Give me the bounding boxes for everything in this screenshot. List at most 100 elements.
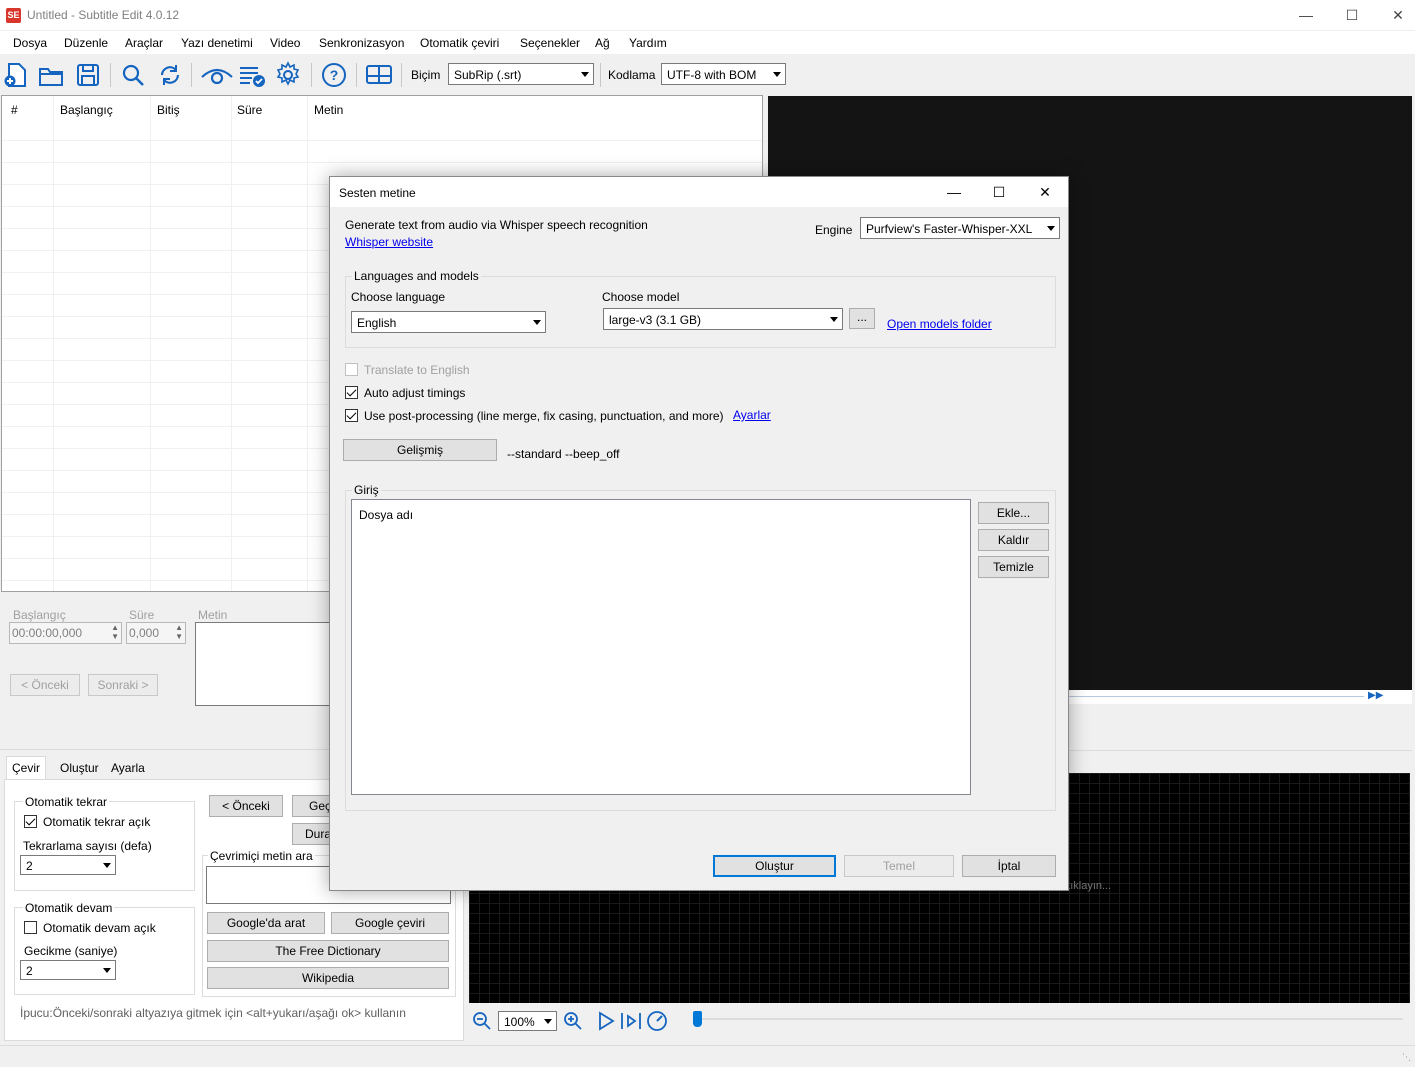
add-file-button[interactable]: Ekle...: [978, 502, 1049, 524]
post-processing-settings-link[interactable]: Ayarlar: [733, 408, 771, 422]
format-select[interactable]: SubRip (.srt): [448, 63, 594, 85]
dialog-close-icon[interactable]: ✕: [1022, 177, 1068, 207]
duration-input[interactable]: 0,000 ▲ ▼: [126, 622, 186, 644]
column-end[interactable]: Bitiş: [157, 96, 180, 124]
advanced-button[interactable]: Gelişmiş: [343, 439, 497, 461]
play-icon[interactable]: [596, 1011, 616, 1031]
menu-auto-translate[interactable]: Otomatik çeviri: [420, 36, 499, 50]
column-divider: [53, 96, 54, 591]
spell-check-icon[interactable]: [238, 61, 266, 89]
encoding-select[interactable]: UTF-8 with BOM: [661, 63, 786, 85]
duration-label: Süre: [129, 608, 155, 622]
dialog-maximize-icon[interactable]: ☐: [976, 177, 1022, 207]
layout-icon[interactable]: [365, 61, 393, 89]
playback-speed-icon[interactable]: [646, 1010, 668, 1032]
find-icon[interactable]: [119, 61, 147, 89]
replace-icon[interactable]: [156, 61, 184, 89]
delay-select[interactable]: 2: [20, 960, 116, 980]
browse-model-button[interactable]: ...: [849, 308, 875, 329]
translate-play-button[interactable]: Geç: [292, 795, 332, 817]
translate-previous-button[interactable]: < Önceki: [209, 795, 283, 817]
waveform-position-slider[interactable]: [693, 1011, 1403, 1027]
open-models-folder-link[interactable]: Open models folder: [887, 317, 992, 331]
slider-thumb[interactable]: [693, 1011, 702, 1027]
delay-value: 2: [26, 964, 33, 978]
file-name-column[interactable]: Dosya adı: [359, 508, 413, 522]
play-selection-icon[interactable]: [620, 1011, 642, 1031]
minimize-icon[interactable]: —: [1283, 0, 1329, 31]
spinner-icon[interactable]: ▲ ▼: [175, 623, 183, 641]
post-processing-label: Use post-processing (line merge, fix cas…: [364, 409, 724, 423]
new-file-icon[interactable]: [2, 61, 30, 89]
auto-repeat-title: Otomatik tekrar: [23, 795, 110, 809]
tab-adjust[interactable]: Ayarla: [106, 757, 150, 779]
toolbar-separator: [110, 63, 111, 87]
open-folder-icon[interactable]: [37, 61, 65, 89]
dialog-minimize-icon[interactable]: —: [931, 177, 977, 207]
auto-repeat-checkbox[interactable]: [24, 815, 37, 828]
column-number[interactable]: #: [11, 96, 18, 124]
zoom-in-icon[interactable]: [563, 1011, 583, 1031]
menu-network[interactable]: Ağ: [595, 36, 610, 50]
batch-mode-button[interactable]: Temel: [844, 855, 954, 877]
free-dictionary-button[interactable]: The Free Dictionary: [207, 940, 449, 962]
menu-options[interactable]: Seçenekler: [520, 36, 580, 50]
delay-label: Gecikme (saniye): [24, 944, 118, 958]
previous-subtitle-button[interactable]: < Önceki: [10, 674, 80, 696]
video-position-bar[interactable]: ▶▶: [1068, 690, 1412, 704]
menu-tools[interactable]: Araçlar: [125, 36, 163, 50]
menu-video[interactable]: Video: [270, 36, 300, 50]
menu-edit[interactable]: Düzenle: [64, 36, 108, 50]
advanced-arguments: --standard --beep_off: [507, 447, 620, 461]
translate-stop-button[interactable]: Dura: [292, 823, 332, 845]
remove-file-button[interactable]: Kaldır: [978, 529, 1049, 551]
zoom-value: 100%: [504, 1015, 535, 1029]
settings-icon[interactable]: [274, 61, 302, 89]
auto-continue-checkbox[interactable]: [24, 921, 37, 934]
menu-file[interactable]: Dosya: [13, 36, 47, 50]
column-text[interactable]: Metin: [314, 96, 343, 124]
visual-sync-icon[interactable]: [200, 61, 234, 89]
start-time-input[interactable]: 00:00:00,000 ▲ ▼: [9, 622, 122, 644]
title-bar: SE Untitled - Subtitle Edit 4.0.12 — ☐ ✕: [0, 0, 1415, 31]
close-icon[interactable]: ✕: [1375, 0, 1415, 31]
post-processing-checkbox[interactable]: [345, 409, 358, 422]
wikipedia-button[interactable]: Wikipedia: [207, 967, 449, 989]
auto-adjust-timings-checkbox[interactable]: [345, 386, 358, 399]
model-select[interactable]: large-v3 (3.1 GB): [603, 308, 843, 330]
repeat-count-select[interactable]: 2: [20, 855, 116, 875]
spinner-icon[interactable]: ▲ ▼: [111, 623, 119, 641]
format-value: SubRip (.srt): [454, 68, 522, 82]
fast-forward-icon[interactable]: ▶▶: [1368, 690, 1383, 701]
start-time-label: Başlangıç: [13, 608, 66, 622]
save-icon[interactable]: [74, 61, 102, 89]
language-select[interactable]: English: [351, 311, 546, 333]
chevron-down-icon: [581, 72, 589, 77]
maximize-icon[interactable]: ☐: [1329, 0, 1375, 31]
tab-translate[interactable]: Çevir: [6, 756, 47, 780]
zoom-select[interactable]: 100%: [498, 1011, 557, 1031]
menu-help[interactable]: Yardım: [629, 36, 667, 50]
column-start[interactable]: Başlangıç: [60, 96, 113, 124]
zoom-out-icon[interactable]: [472, 1011, 492, 1031]
next-subtitle-button[interactable]: Sonraki >: [88, 674, 158, 696]
input-file-list[interactable]: Dosya adı: [351, 499, 971, 795]
menu-synchronization[interactable]: Senkronizasyon: [319, 36, 404, 50]
cancel-button[interactable]: İptal: [962, 855, 1056, 877]
translate-to-english-checkbox[interactable]: [345, 363, 358, 376]
generate-button[interactable]: Oluştur: [713, 855, 836, 877]
start-time-value: 00:00:00,000: [12, 626, 83, 640]
help-icon[interactable]: ?: [320, 61, 348, 89]
column-duration[interactable]: Süre: [237, 96, 262, 124]
window-title: Untitled - Subtitle Edit 4.0.12: [27, 8, 180, 22]
google-translate-button[interactable]: Google çeviri: [331, 912, 449, 934]
resize-grip-icon[interactable]: ⋱: [1402, 1052, 1411, 1063]
subtitle-text-editor[interactable]: [195, 622, 331, 706]
toolbar-separator: [311, 63, 312, 87]
google-search-button[interactable]: Google'da arat: [207, 912, 325, 934]
engine-select[interactable]: Purfview's Faster-Whisper-XXL: [860, 217, 1060, 239]
whisper-website-link[interactable]: Whisper website: [345, 235, 433, 249]
clear-files-button[interactable]: Temizle: [978, 556, 1049, 578]
menu-spell-check[interactable]: Yazı denetimi: [181, 36, 253, 50]
tab-create[interactable]: Oluştur: [55, 757, 104, 779]
